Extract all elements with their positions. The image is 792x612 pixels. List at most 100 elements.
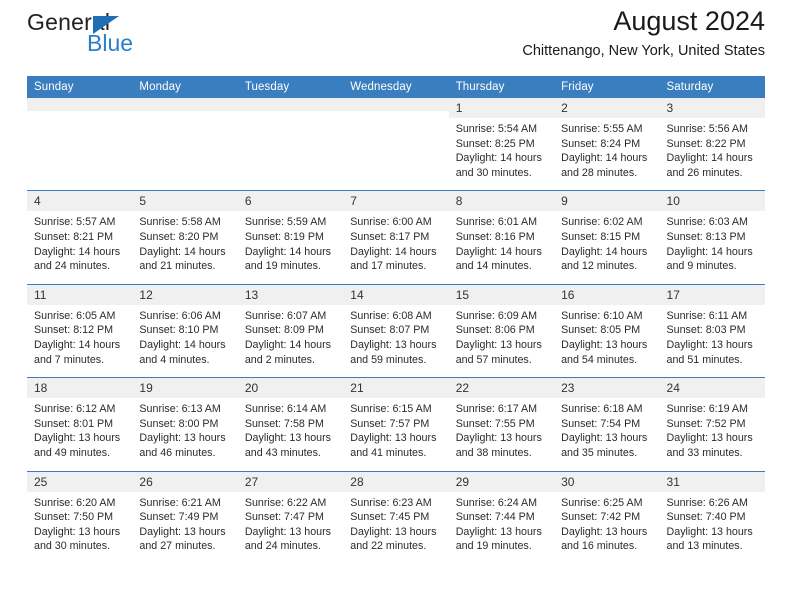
calendar-day-cell[interactable]: 26 Sunrise: 6:21 AM Sunset: 7:49 PM Dayligh… (132, 470, 238, 564)
calendar-day-cell[interactable]: 1 Sunrise: 5:54 AM Sunset: 8:25 PM Daylight… (448, 98, 555, 191)
sunrise-time: Sunrise: 6:11 AM (666, 309, 748, 322)
sunset-time: Sunset: 8:24 PM (561, 137, 641, 150)
day-number: 26 (132, 471, 238, 492)
calendar-day-cell[interactable]: 4 Sunrise: 5:57 AM Sunset: 8:21 PM Daylight… (27, 190, 133, 285)
daylight-duration-line2: and 19 minutes. (244, 260, 321, 273)
calendar-day-cell[interactable]: 16 Sunrise: 6:10 AM Sunset: 8:05 PM Dayligh… (554, 283, 660, 378)
calendar-week-row: 4 Sunrise: 5:57 AM Sunset: 8:21 PM Daylight… (27, 190, 765, 285)
calendar-day-cell[interactable]: 15 Sunrise: 6:09 AM Sunset: 8:06 PM Dayligh… (448, 283, 555, 378)
calendar-day-cell[interactable]: 8 Sunrise: 6:01 AM Sunset: 8:16 PM Daylight… (448, 190, 555, 285)
daylight-duration-line2: and 7 minutes. (34, 353, 105, 366)
daylight-duration-line2: and 57 minutes. (455, 353, 532, 366)
daylight-duration-line2: and 30 minutes. (455, 166, 532, 179)
sunrise-time: Sunrise: 6:15 AM (350, 403, 432, 416)
day-details: Sunrise: 6:18 AM Sunset: 7:54 PM Daylight:… (554, 398, 659, 470)
daylight-duration-line2: and 43 minutes. (244, 446, 321, 459)
daylight-duration-line1: Daylight: 13 hours (455, 525, 542, 538)
day-details: Sunrise: 6:20 AM Sunset: 7:50 PM Daylight:… (27, 492, 132, 564)
day-number: 31 (659, 471, 765, 492)
sunrise-time: Sunrise: 6:00 AM (350, 216, 432, 229)
daylight-duration-line2: and 19 minutes. (455, 540, 532, 553)
sunrise-time: Sunrise: 6:24 AM (455, 496, 538, 509)
calendar-day-cell[interactable]: 17 Sunrise: 6:11 AM Sunset: 8:03 PM Dayligh… (659, 283, 765, 378)
calendar-day-cell[interactable]: 22 Sunrise: 6:17 AM Sunset: 7:55 PM Dayligh… (448, 377, 555, 471)
daylight-duration-line2: and 49 minutes. (34, 446, 111, 459)
daylight-duration-line2: and 51 minutes. (666, 353, 743, 366)
calendar-day-cell[interactable]: 10 Sunrise: 6:03 AM Sunset: 8:13 PM Dayligh… (659, 190, 765, 285)
calendar-day-cell[interactable]: 29 Sunrise: 6:24 AM Sunset: 7:44 PM Dayligh… (448, 470, 555, 564)
calendar-day-cell[interactable]: 24 Sunrise: 6:19 AM Sunset: 7:52 PM Dayligh… (659, 377, 765, 471)
sunrise-time: Sunrise: 6:01 AM (455, 216, 538, 229)
sunrise-sunset-calendar: Sunday Monday Tuesday Wednesday Thursday… (27, 76, 765, 564)
sunrise-time: Sunrise: 6:20 AM (34, 496, 116, 509)
sunrise-time: Sunrise: 6:17 AM (455, 403, 538, 416)
calendar-day-cell[interactable]: 19 Sunrise: 6:13 AM Sunset: 8:00 PM Dayligh… (132, 377, 238, 471)
daylight-duration-line1: Daylight: 13 hours (455, 338, 542, 351)
day-details: Sunrise: 6:23 AM Sunset: 7:45 PM Daylight:… (343, 492, 448, 564)
calendar-week-row: 18 Sunrise: 6:12 AM Sunset: 8:01 PM Dayligh… (27, 377, 765, 471)
calendar-day-cell[interactable]: 27 Sunrise: 6:22 AM Sunset: 7:47 PM Dayligh… (237, 470, 344, 564)
day-number: 11 (27, 284, 133, 305)
sunrise-time: Sunrise: 6:13 AM (139, 403, 221, 416)
sunrise-time: Sunrise: 6:25 AM (561, 496, 643, 509)
weekday-header-friday: Friday (554, 76, 660, 98)
day-number: 13 (237, 284, 344, 305)
sunrise-time: Sunrise: 6:14 AM (244, 403, 327, 416)
weekday-header-sunday: Sunday (27, 76, 133, 98)
day-number: 3 (659, 98, 765, 118)
calendar-day-cell[interactable]: 25 Sunrise: 6:20 AM Sunset: 7:50 PM Dayligh… (27, 470, 133, 564)
sunrise-time: Sunrise: 5:59 AM (244, 216, 327, 229)
day-number: 1 (448, 98, 555, 118)
daylight-duration-line2: and 13 minutes. (666, 540, 743, 553)
calendar-day-cell[interactable]: 12 Sunrise: 6:06 AM Sunset: 8:10 PM Dayligh… (132, 283, 238, 378)
calendar-day-cell[interactable]: 30 Sunrise: 6:25 AM Sunset: 7:42 PM Dayligh… (554, 470, 660, 564)
daylight-duration-line1: Daylight: 14 hours (244, 245, 331, 258)
daylight-duration-line2: and 9 minutes. (666, 260, 737, 273)
day-number: 23 (554, 378, 660, 399)
calendar-day-cell[interactable]: 20 Sunrise: 6:14 AM Sunset: 7:58 PM Dayligh… (237, 377, 344, 471)
page-header: General Blue August 2024 Chittenango, Ne… (27, 0, 765, 76)
daylight-duration-line1: Daylight: 13 hours (244, 432, 331, 445)
day-details: Sunrise: 5:59 AM Sunset: 8:19 PM Daylight:… (238, 211, 343, 283)
calendar-day-cell[interactable]: 6 Sunrise: 5:59 AM Sunset: 8:19 PM Daylight… (237, 190, 344, 285)
calendar-day-cell[interactable]: 3 Sunrise: 5:56 AM Sunset: 8:22 PM Daylight… (659, 98, 765, 191)
daylight-duration-line1: Daylight: 14 hours (139, 338, 226, 351)
calendar-day-cell[interactable]: 21 Sunrise: 6:15 AM Sunset: 7:57 PM Dayligh… (343, 377, 449, 471)
day-details: Sunrise: 6:14 AM Sunset: 7:58 PM Daylight:… (238, 398, 343, 470)
calendar-day-cell[interactable]: 5 Sunrise: 5:58 AM Sunset: 8:20 PM Daylight… (132, 190, 238, 285)
calendar-day-cell[interactable]: 18 Sunrise: 6:12 AM Sunset: 8:01 PM Dayligh… (27, 377, 133, 471)
sunset-time: Sunset: 7:57 PM (350, 417, 430, 430)
sunrise-time: Sunrise: 6:02 AM (561, 216, 643, 229)
calendar-day-cell[interactable]: 14 Sunrise: 6:08 AM Sunset: 8:07 PM Dayligh… (343, 283, 449, 378)
sunrise-time: Sunrise: 5:54 AM (455, 123, 538, 135)
daylight-duration-line2: and 22 minutes. (350, 540, 427, 553)
day-details: Sunrise: 5:57 AM Sunset: 8:21 PM Daylight:… (27, 211, 132, 283)
daylight-duration-line1: Daylight: 13 hours (244, 525, 331, 538)
sunset-time: Sunset: 8:22 PM (666, 137, 746, 150)
day-details: Sunrise: 6:10 AM Sunset: 8:05 PM Daylight:… (554, 305, 659, 377)
calendar-day-cell[interactable]: 28 Sunrise: 6:23 AM Sunset: 7:45 PM Dayligh… (343, 470, 449, 564)
daylight-duration-line2: and 41 minutes. (350, 446, 427, 459)
calendar-week-row: 25 Sunrise: 6:20 AM Sunset: 7:50 PM Dayligh… (27, 470, 765, 564)
general-blue-logo[interactable]: General Blue (27, 10, 187, 62)
calendar-day-cell[interactable]: 13 Sunrise: 6:07 AM Sunset: 8:09 PM Dayligh… (237, 283, 344, 378)
calendar-day-cell[interactable]: 23 Sunrise: 6:18 AM Sunset: 7:54 PM Dayligh… (554, 377, 660, 471)
calendar-page: General Blue August 2024 Chittenango, Ne… (0, 0, 792, 612)
day-number: 28 (343, 471, 449, 492)
calendar-day-cell[interactable]: 2 Sunrise: 5:55 AM Sunset: 8:24 PM Daylight… (554, 98, 660, 191)
daylight-duration-line2: and 26 minutes. (666, 166, 743, 179)
daylight-duration-line2: and 24 minutes. (34, 260, 111, 273)
daylight-duration-line2: and 17 minutes. (350, 260, 427, 273)
sunset-time: Sunset: 8:15 PM (561, 230, 641, 243)
sunrise-time: Sunrise: 6:05 AM (34, 309, 116, 322)
day-details: Sunrise: 6:09 AM Sunset: 8:06 PM Daylight:… (449, 305, 554, 377)
sunset-time: Sunset: 7:58 PM (244, 417, 324, 430)
calendar-day-cell[interactable]: 7 Sunrise: 6:00 AM Sunset: 8:17 PM Daylight… (343, 190, 449, 285)
calendar-day-cell[interactable]: 31 Sunrise: 6:26 AM Sunset: 7:40 PM Dayligh… (659, 470, 765, 564)
sunset-time: Sunset: 8:13 PM (666, 230, 746, 243)
weekday-header-thursday: Thursday (448, 76, 555, 98)
calendar-day-cell[interactable]: 9 Sunrise: 6:02 AM Sunset: 8:15 PM Daylight… (554, 190, 660, 285)
calendar-day-cell[interactable]: 11 Sunrise: 6:05 AM Sunset: 8:12 PM Dayligh… (27, 283, 133, 378)
daylight-duration-line1: Daylight: 14 hours (139, 245, 226, 258)
calendar-day-cell-empty (343, 98, 449, 191)
